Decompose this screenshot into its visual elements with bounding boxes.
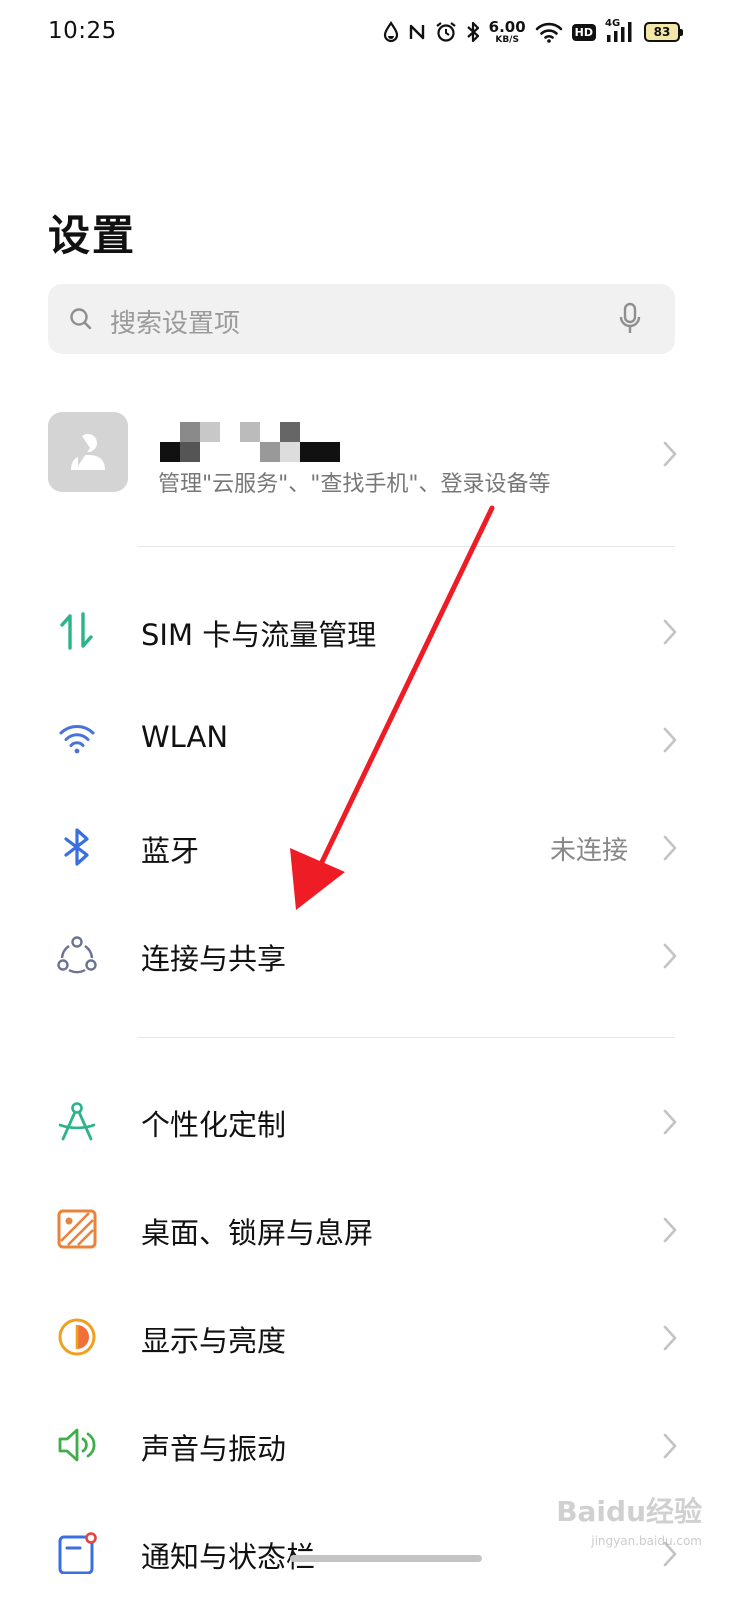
settings-item-label: SIM 卡与流量管理 bbox=[141, 618, 377, 652]
bluetooth-icon bbox=[64, 828, 89, 866]
settings-item-connection-share[interactable]: 连接与共享 bbox=[0, 900, 738, 1008]
settings-item-label: 通知与状态栏 bbox=[141, 1540, 316, 1574]
nfc-icon bbox=[409, 24, 424, 40]
settings-screen: 10:25 6.00 KB/S HD 4G 83 设置 搜索设置项 管理"云服务… bbox=[0, 0, 738, 1600]
account-name-redacted bbox=[158, 422, 348, 462]
settings-item-bluetooth[interactable]: 蓝牙 未连接 bbox=[0, 792, 738, 900]
net-speed-value: 6.00 bbox=[488, 17, 526, 36]
settings-item-desktop-lockscreen[interactable]: 桌面、锁屏与息屏 bbox=[0, 1174, 738, 1282]
battery-level: 83 bbox=[653, 25, 671, 39]
account-subtitle: 管理"云服务"、"查找手机"、登录设备等 bbox=[158, 472, 551, 497]
watermark: Baidu经验 jingyan.baidu.com bbox=[542, 1490, 702, 1560]
bluetooth-status: 未连接 bbox=[549, 836, 628, 866]
net-speed-unit: KB/S bbox=[495, 34, 519, 45]
settings-item-label: 蓝牙 bbox=[141, 834, 200, 868]
settings-item-sim[interactable]: SIM 卡与流量管理 bbox=[0, 576, 738, 684]
watermark-text: Baidu经验 bbox=[556, 1495, 702, 1528]
chevron-right-icon bbox=[663, 1433, 677, 1459]
chevron-right-icon bbox=[663, 1325, 677, 1351]
wifi-icon bbox=[59, 725, 95, 754]
settings-item-personalization[interactable]: 个性化定制 bbox=[0, 1066, 738, 1174]
page-title: 设置 bbox=[48, 211, 137, 260]
divider bbox=[138, 546, 675, 547]
battery-indicator: 83 bbox=[644, 22, 683, 42]
alarm-icon bbox=[435, 22, 456, 42]
search-input[interactable]: 搜索设置项 bbox=[110, 303, 240, 340]
compass-icon bbox=[58, 1102, 96, 1141]
status-time: 10:25 bbox=[48, 18, 117, 44]
chevron-right-icon bbox=[663, 1109, 677, 1135]
chevron-right-icon bbox=[663, 619, 677, 645]
settings-item-label: 连接与共享 bbox=[141, 942, 287, 976]
settings-item-label: 个性化定制 bbox=[141, 1108, 287, 1142]
account-row[interactable]: 管理"云服务"、"查找手机"、登录设备等 bbox=[0, 400, 738, 512]
connection-share-icon bbox=[57, 936, 97, 974]
divider bbox=[138, 1037, 675, 1038]
home-indicator[interactable] bbox=[290, 1555, 482, 1562]
chevron-right-icon bbox=[663, 727, 677, 753]
bluetooth-icon bbox=[466, 21, 479, 43]
settings-item-label: 声音与振动 bbox=[141, 1432, 287, 1466]
settings-item-label: WLAN bbox=[141, 720, 229, 754]
chevron-right-icon bbox=[663, 1217, 677, 1243]
brightness-icon bbox=[58, 1318, 96, 1356]
chevron-right-icon bbox=[663, 835, 677, 861]
signal-icon bbox=[607, 22, 632, 42]
status-bar: 10:25 6.00 KB/S HD 4G 83 bbox=[0, 0, 738, 66]
speaker-icon bbox=[58, 1428, 96, 1462]
hd-badge: HD bbox=[571, 23, 596, 41]
settings-item-label: 桌面、锁屏与息屏 bbox=[141, 1216, 374, 1250]
chevron-right-icon bbox=[663, 441, 677, 467]
wallpaper-icon bbox=[57, 1209, 97, 1249]
settings-item-display-brightness[interactable]: 显示与亮度 bbox=[0, 1282, 738, 1390]
chevron-right-icon bbox=[663, 943, 677, 969]
water-drop-icon bbox=[383, 21, 398, 43]
microphone-icon[interactable] bbox=[617, 302, 643, 336]
settings-item-wlan[interactable]: WLAN bbox=[0, 684, 738, 792]
net-speed: 6.00 KB/S bbox=[488, 17, 526, 45]
search-bar[interactable]: 搜索设置项 bbox=[48, 284, 675, 354]
status-icons: 6.00 KB/S HD 4G 83 bbox=[383, 16, 683, 48]
sim-data-icon bbox=[60, 612, 93, 650]
notification-icon bbox=[58, 1532, 97, 1574]
avatar-camera-tab bbox=[78, 430, 90, 466]
search-icon bbox=[70, 308, 92, 330]
watermark-url: jingyan.baidu.com bbox=[591, 1534, 702, 1548]
settings-item-label: 显示与亮度 bbox=[141, 1324, 287, 1358]
wifi-icon bbox=[535, 22, 562, 43]
signal-group: 4G bbox=[605, 18, 635, 44]
settings-item-sound-vibration[interactable]: 声音与振动 bbox=[0, 1390, 738, 1498]
